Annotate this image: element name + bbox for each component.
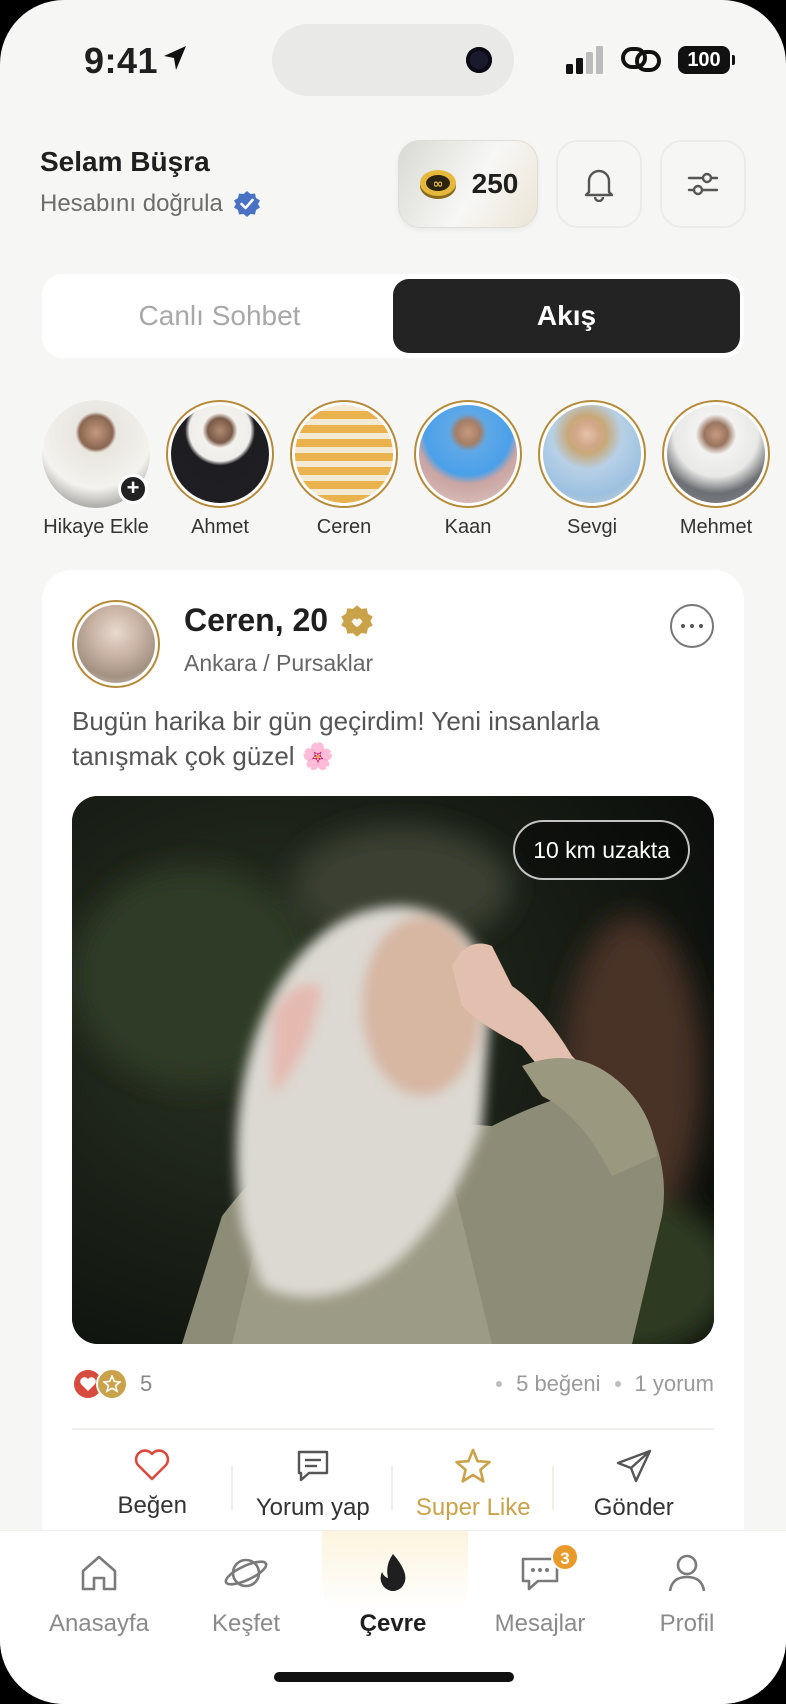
tab-circle-label: Çevre — [359, 1610, 427, 1637]
story-label: Mehmet — [679, 516, 753, 538]
post-text: Bugün harika bir gün geçirdim! Yeni insa… — [72, 706, 600, 771]
post-stats: 5 5 beğeni 1 yorum — [72, 1362, 714, 1406]
comments-count[interactable]: 1 yorum — [635, 1371, 714, 1397]
tab-circle[interactable]: Çevre — [318, 1551, 468, 1638]
heart-icon — [135, 1449, 170, 1481]
more-options-button[interactable] — [670, 604, 714, 648]
like-label: Beğen — [117, 1492, 187, 1519]
verify-account-link[interactable]: Hesabını doğrula — [40, 190, 261, 218]
separator-dot — [496, 1381, 503, 1387]
story-label: Ahmet — [191, 516, 249, 538]
story-avatar — [290, 400, 398, 508]
story-label: Ceren — [316, 516, 372, 538]
likes-count[interactable]: 5 beğeni — [516, 1371, 600, 1397]
distance-badge: 10 km uzakta — [513, 820, 690, 880]
tab-messages-label: Mesajlar — [494, 1610, 586, 1637]
story-avatar — [414, 400, 522, 508]
post-author-name-row[interactable]: Ceren, 20 — [184, 602, 374, 639]
story-avatar — [538, 400, 646, 508]
story-avatar — [662, 400, 770, 508]
story-item[interactable]: Mehmet — [660, 400, 772, 539]
post-photo[interactable]: 10 km uzakta — [72, 796, 714, 1344]
separator-dot — [614, 1381, 621, 1387]
phone-screen: 9:41 100 Selam Büşra Hesabını doğrula ∞ … — [0, 0, 786, 1704]
status-time: 9:41 — [84, 40, 159, 81]
reaction-count: 5 — [140, 1371, 153, 1396]
story-label: Kaan — [444, 516, 492, 538]
bell-icon — [584, 169, 614, 202]
tab-feed[interactable]: Akış — [393, 279, 740, 353]
camera-dot — [466, 47, 492, 73]
feed-segment-control: Canlı Sohbet Akış — [42, 274, 744, 358]
coin-balance-button[interactable]: ∞ 250 — [398, 140, 538, 228]
flame-icon — [380, 1554, 406, 1591]
tab-messages[interactable]: 3 Mesajlar — [465, 1543, 615, 1638]
post-counts: 5 beğeni 1 yorum — [496, 1371, 714, 1397]
svg-text:∞: ∞ — [432, 177, 443, 192]
planet-icon — [224, 1558, 268, 1588]
tab-explore-label: Keşfet — [211, 1610, 281, 1637]
story-label: Sevgi — [566, 516, 618, 538]
send-icon — [616, 1449, 651, 1483]
send-label: Gönder — [593, 1494, 674, 1521]
post-author-avatar[interactable] — [72, 600, 160, 688]
home-icon — [81, 1555, 117, 1591]
divider — [72, 1428, 714, 1430]
notifications-button[interactable] — [556, 140, 642, 228]
dot-icon — [699, 624, 703, 628]
post-card: Ceren, 20 Ankara / Pursaklar Bugün harik… — [42, 570, 744, 1570]
tab-live-chat[interactable]: Canlı Sohbet — [46, 279, 393, 353]
story-item[interactable]: Sevgi — [536, 400, 648, 539]
link-icon — [621, 47, 661, 72]
battery-indicator: 100 — [678, 46, 735, 74]
verify-account-label: Hesabını doğrula — [40, 190, 223, 217]
post-location: Ankara / Pursaklar — [184, 650, 374, 676]
story-item[interactable]: Ceren — [288, 400, 400, 539]
story-add[interactable]: + Hikaye Ekle — [40, 400, 152, 539]
signal-icon — [566, 46, 603, 74]
star-reaction-icon — [96, 1368, 128, 1400]
super-like-label: Super Like — [415, 1494, 531, 1521]
star-icon — [455, 1448, 492, 1483]
story-label: Hikaye Ekle — [43, 516, 149, 538]
story-item[interactable]: Ahmet — [164, 400, 276, 539]
tab-profile-label: Profil — [659, 1610, 715, 1637]
greeting-title: Selam Büşra — [40, 146, 210, 177]
messages-badge: 3 — [551, 1543, 579, 1571]
tab-home-label: Anasayfa — [48, 1610, 150, 1637]
location-arrow-icon — [164, 46, 186, 70]
tab-home[interactable]: Anasayfa — [24, 1551, 174, 1638]
dot-icon — [681, 624, 685, 628]
sliders-icon — [687, 172, 719, 196]
comment-icon — [297, 1450, 328, 1482]
coin-count: 250 — [471, 168, 519, 199]
reactions-summary[interactable] — [72, 1366, 136, 1402]
dot-icon — [690, 624, 694, 628]
status-bar: 9:41 100 — [0, 0, 786, 120]
stories-row: + Hikaye Ekle Ahmet Ceren Kaan Sevgi Meh… — [40, 400, 786, 540]
home-indicator — [274, 1672, 514, 1682]
comment-label: Yorum yap — [255, 1494, 370, 1521]
tab-profile[interactable]: Profil — [612, 1551, 762, 1638]
story-item[interactable]: Kaan — [412, 400, 524, 539]
post-author-name: Ceren, 20 — [184, 602, 329, 638]
gold-verified-icon — [341, 604, 373, 637]
tab-explore[interactable]: Keşfet — [171, 1551, 321, 1638]
story-avatar — [166, 400, 274, 508]
user-icon — [668, 1554, 706, 1592]
add-story-icon: + — [118, 474, 148, 504]
verified-badge-icon — [233, 191, 260, 217]
filters-button[interactable] — [660, 140, 746, 228]
coin-icon: ∞ — [419, 170, 456, 199]
